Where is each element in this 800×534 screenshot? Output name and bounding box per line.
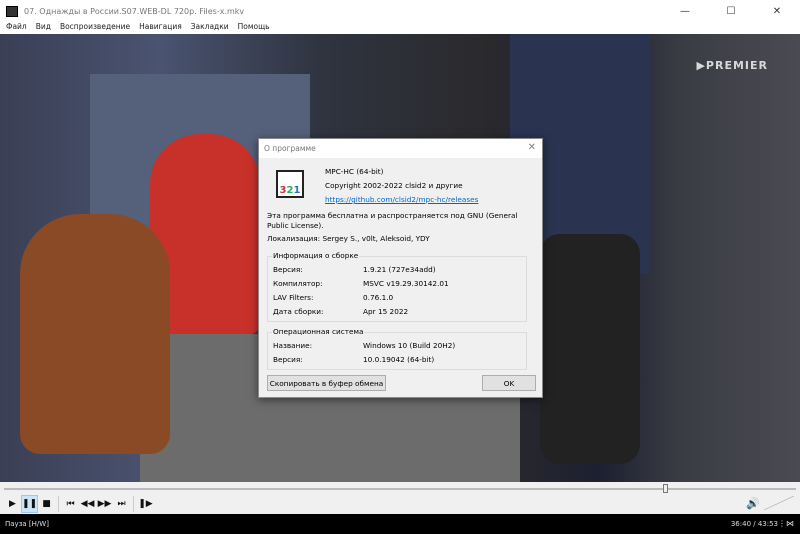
- menu-file[interactable]: Файл: [6, 22, 27, 34]
- row-label: LAV Filters:: [273, 293, 314, 302]
- mpc-logo-icon: 321: [276, 170, 304, 198]
- ok-button[interactable]: OK: [482, 375, 536, 391]
- row-value: 10.0.19042 (64-bit): [363, 355, 435, 364]
- row-value: 0.76.1.0: [363, 293, 394, 302]
- menu-bar: Файл Вид Воспроизведение Навигация Закла…: [0, 22, 800, 34]
- close-button[interactable]: ✕: [754, 0, 800, 22]
- frame-step-button[interactable]: ❚▶: [137, 495, 154, 513]
- rewind-button[interactable]: ◀◀: [79, 495, 96, 513]
- row-value: Windows 10 (Build 20H2): [363, 341, 456, 350]
- play-button[interactable]: ▶: [4, 495, 21, 513]
- pause-button[interactable]: ❚❚: [21, 495, 38, 513]
- person: [20, 214, 170, 454]
- channel-watermark: ▶PREMIER: [696, 59, 768, 72]
- logo-digit: 2: [286, 185, 294, 196]
- volume-icon[interactable]: 🔊: [746, 497, 760, 510]
- seek-thumb[interactable]: [663, 484, 669, 493]
- row-value: 1.9.21 (727e34add): [363, 265, 436, 274]
- stop-button[interactable]: ■: [38, 495, 55, 513]
- logo-digit: 3: [279, 185, 287, 196]
- separator: [58, 496, 59, 512]
- row-label: Версия:: [273, 355, 303, 364]
- row-label: Дата сборки:: [273, 307, 324, 316]
- menu-play[interactable]: Воспроизведение: [60, 22, 130, 34]
- time-display: 36:40 / 43:53: [730, 520, 778, 528]
- menu-view[interactable]: Вид: [36, 22, 51, 34]
- fast-forward-button[interactable]: ▶▶: [96, 495, 113, 513]
- row-value: MSVC v19.29.30142.01: [363, 279, 449, 288]
- build-group-title: Информация о сборке: [272, 251, 360, 261]
- releases-link[interactable]: https://github.com/clsid2/mpc-hc/release…: [325, 195, 478, 205]
- hw-decoder-icon: ⋮⋈: [778, 519, 794, 528]
- separator: [133, 496, 134, 512]
- previous-button[interactable]: ⏮: [62, 495, 79, 513]
- menu-help[interactable]: Помощь: [238, 22, 270, 34]
- seek-track[interactable]: [4, 488, 796, 490]
- window-title: 07. Однажды в России.S07.WEB-DL 720p. Fi…: [24, 6, 245, 16]
- chair: [540, 234, 640, 464]
- volume-slider[interactable]: [764, 496, 794, 510]
- copy-to-clipboard-button[interactable]: Скопировать в буфер обмена: [267, 375, 386, 391]
- minimize-button[interactable]: —: [662, 0, 708, 22]
- next-button[interactable]: ⏭: [113, 495, 130, 513]
- title-bar: 07. Однажды в России.S07.WEB-DL 720p. Fi…: [0, 0, 800, 22]
- localization-text: Локализация: Sergey S., v0lt, Aleksoid, …: [267, 234, 430, 243]
- dialog-title: О программе: [264, 144, 316, 153]
- license-text: Эта программа бесплатна и распространяет…: [267, 211, 518, 230]
- app-icon: [6, 5, 18, 17]
- os-group-title: Операционная система: [272, 327, 365, 337]
- maximize-button[interactable]: ☐: [708, 0, 754, 22]
- product-name: MPC-HC (64-bit): [325, 167, 384, 176]
- status-bar: Пауза [H/W] 36:40 / 43:53 ⋮⋈: [0, 514, 800, 534]
- logo-digit: 1: [293, 185, 301, 196]
- copyright: Copyright 2002-2022 clsid2 и другие: [325, 181, 463, 190]
- about-dialog: О программе ✕ 321 MPC-HC (64-bit) Copyri…: [258, 138, 543, 398]
- seek-bar[interactable]: [0, 482, 800, 494]
- menu-navigate[interactable]: Навигация: [139, 22, 182, 34]
- dialog-close-button[interactable]: ✕: [528, 142, 536, 153]
- playback-controls: ▶ ❚❚ ■ ⏮ ◀◀ ▶▶ ⏭ ❚▶ 🔊: [0, 494, 800, 514]
- row-label: Версия:: [273, 265, 303, 274]
- row-label: Название:: [273, 341, 313, 350]
- menu-favorites[interactable]: Закладки: [191, 22, 229, 34]
- dialog-title-bar: О программе ✕: [259, 139, 542, 158]
- row-label: Компилятор:: [273, 279, 323, 288]
- playback-status: Пауза [H/W]: [5, 520, 49, 528]
- row-value: Apr 15 2022: [363, 307, 409, 316]
